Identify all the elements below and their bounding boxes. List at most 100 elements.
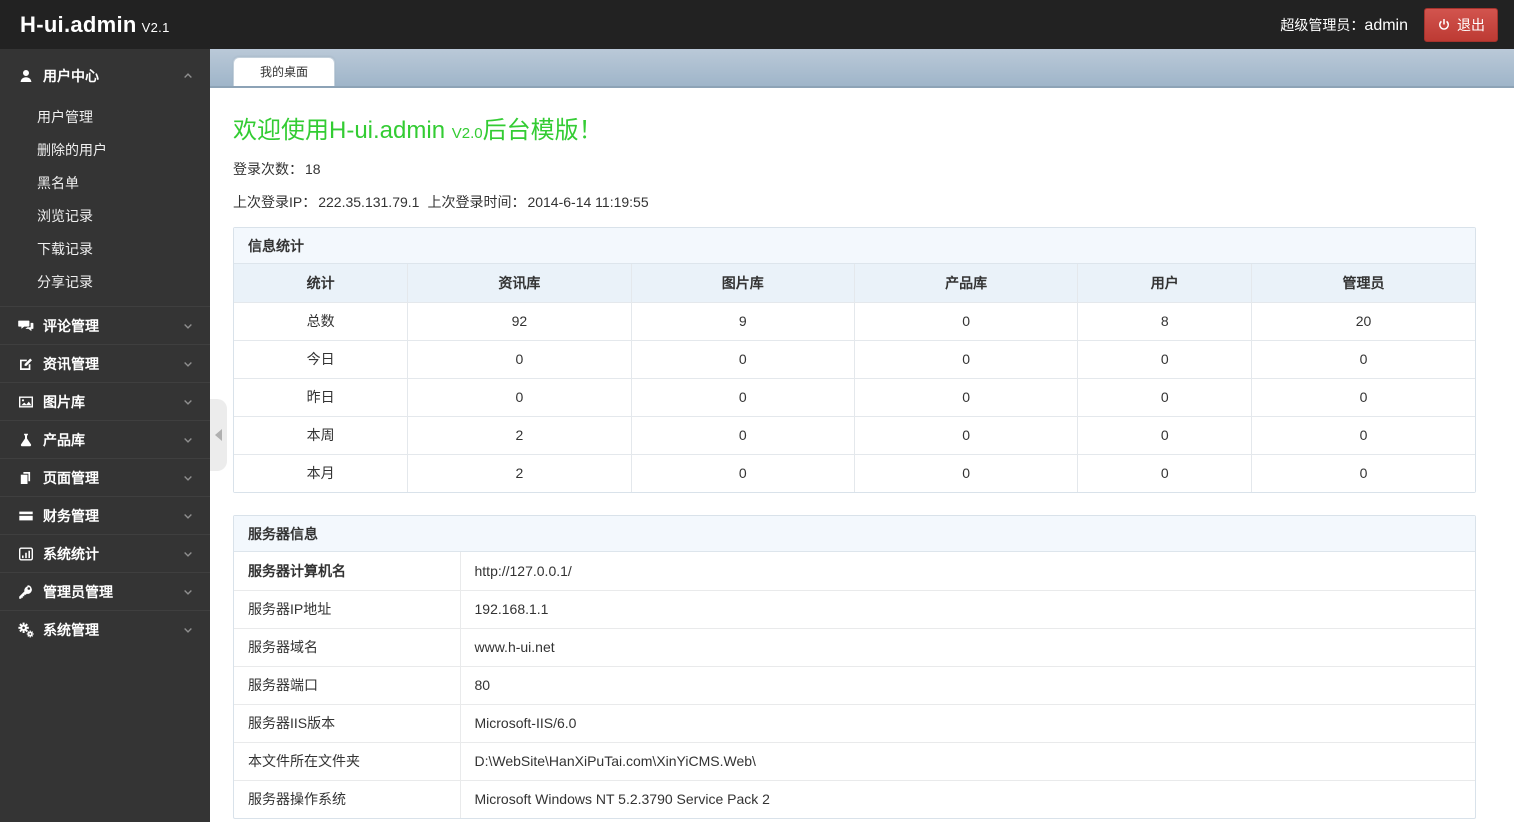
stats-cell: 0	[1251, 377, 1475, 417]
stats-cell: 0	[630, 415, 855, 455]
stats-cell: 8	[1077, 301, 1253, 341]
stats-row: 今日 0 0 0 0 0	[234, 339, 1475, 379]
sidebar-subitem-download-history[interactable]: 下载记录	[0, 233, 210, 266]
server-row-label: 本文件所在文件夹	[234, 741, 461, 781]
sidebar-subitem-browse-history[interactable]: 浏览记录	[0, 200, 210, 233]
app-logo: H-ui.admin V2.1	[20, 12, 170, 38]
gears-icon	[18, 622, 34, 638]
login-count-line: 登录次数： 18	[233, 161, 1476, 178]
username: admin	[1364, 16, 1408, 34]
stats-cell: 0	[630, 453, 855, 492]
logout-label: 退出	[1457, 16, 1485, 33]
sidebar-item-product-library[interactable]: 产品库	[0, 420, 210, 458]
app-title: H-ui.admin	[20, 11, 137, 37]
sidebar-item-label: 页面管理	[43, 469, 99, 486]
stats-cell: 0	[853, 339, 1079, 379]
chevron-down-icon	[182, 434, 194, 446]
edit-icon	[18, 356, 34, 372]
logout-button[interactable]: 退出	[1424, 7, 1498, 42]
stats-cell: 0	[1251, 339, 1475, 379]
sidebar-item-image-library[interactable]: 图片库	[0, 382, 210, 420]
server-info-table: 服务器计算机名 http://127.0.0.1/服务器IP地址 192.168.1…	[234, 552, 1475, 818]
server-row-label: 服务器端口	[234, 665, 461, 705]
sidebar-item-label: 评论管理	[43, 317, 99, 334]
sidebar-item-label: 管理员管理	[43, 583, 113, 600]
sidebar-item-system-management[interactable]: 系统管理	[0, 610, 210, 648]
chevron-up-icon	[182, 70, 194, 82]
chevron-down-icon	[182, 586, 194, 598]
stats-header-row: 统计 资讯库 图片库 产品库 用户 管理员	[234, 264, 1475, 303]
sidebar-item-finance-management[interactable]: 财务管理	[0, 496, 210, 534]
stats-cell: 0	[853, 377, 1079, 417]
sidebar-item-user-center[interactable]: 用户中心	[0, 57, 210, 95]
triangle-left-icon	[215, 429, 222, 441]
server-info-row: 服务器IIS版本 Microsoft-IIS/6.0	[234, 703, 1475, 743]
server-info-row: 服务器计算机名 http://127.0.0.1/	[234, 552, 1475, 591]
sidebar-subitem-blacklist[interactable]: 黑名单	[0, 167, 210, 200]
chevron-down-icon	[182, 624, 194, 636]
welcome-heading: 欢迎使用H-ui.admin V2.0后台模版！	[233, 118, 1476, 147]
sidebar-item-system-statistics[interactable]: 系统统计	[0, 534, 210, 572]
server-info-row: 服务器端口 80	[234, 665, 1475, 705]
stats-cell: 0	[630, 339, 855, 379]
user-icon	[18, 68, 34, 84]
server-panel: 服务器信息 服务器计算机名 http://127.0.0.1/服务器IP地址 192…	[233, 515, 1476, 819]
app-window: H-ui.admin V2.1 超级管理员：admin 退出 用户中心用户管理 删除…	[0, 0, 1514, 822]
sidebar-item-label: 用户中心	[43, 68, 99, 84]
tab-my-desktop[interactable]: 我的桌面	[233, 57, 336, 86]
chevron-down-icon	[182, 396, 194, 408]
comments-icon	[18, 318, 34, 334]
flask-icon	[18, 432, 34, 448]
sidebar-subitem-user-management[interactable]: 用户管理	[0, 101, 210, 134]
stats-column-header: 统计	[234, 264, 409, 303]
server-row-value: 192.168.1.1	[459, 589, 1475, 629]
stats-row-label: 本周	[234, 415, 409, 455]
sidebar-item-label: 产品库	[43, 431, 85, 448]
bar-chart-icon	[18, 546, 34, 562]
server-row-value: www.h-ui.net	[459, 627, 1475, 667]
stats-row-label: 今日	[234, 339, 409, 379]
chevron-down-icon	[182, 472, 194, 484]
stats-row: 本周 2 0 0 0 0	[234, 415, 1475, 455]
login-count-label: 登录次数：	[233, 161, 303, 177]
stats-column-header: 用户	[1077, 264, 1253, 303]
stats-cell: 0	[407, 377, 632, 417]
sidebar-item-page-management[interactable]: 页面管理	[0, 458, 210, 496]
submenu-user-center: 用户管理 删除的用户 黑名单 浏览记录 下载记录 分享记录	[0, 95, 210, 306]
sidebar-subitem-deleted-users[interactable]: 删除的用户	[0, 134, 210, 167]
stats-row-label: 昨日	[234, 377, 409, 417]
stats-cell: 20	[1251, 301, 1475, 341]
sidebar-item-label: 资讯管理	[43, 355, 99, 372]
sidebar-item-label: 财务管理	[43, 507, 99, 524]
login-count-value: 18	[305, 161, 321, 177]
server-row-value: http://127.0.0.1/	[459, 552, 1475, 591]
server-row-value: Microsoft-IIS/6.0	[459, 703, 1475, 743]
stats-row: 总数 92 9 0 8 20	[234, 301, 1475, 341]
image-icon	[18, 394, 34, 410]
stats-cell: 0	[1251, 415, 1475, 455]
server-info-row: 服务器IP地址 192.168.1.1	[234, 589, 1475, 629]
server-info-row: 服务器域名 www.h-ui.net	[234, 627, 1475, 667]
last-ip-label: 上次登录IP：	[233, 194, 317, 210]
sidebar-item-news-management[interactable]: 资讯管理	[0, 344, 210, 382]
power-icon	[1437, 18, 1451, 32]
stats-row: 本月 2 0 0 0 0	[234, 453, 1475, 492]
stats-cell: 92	[407, 301, 632, 341]
pages-icon	[18, 470, 34, 486]
stats-column-header: 资讯库	[407, 264, 632, 303]
sidebar-subitem-share-history[interactable]: 分享记录	[0, 266, 210, 299]
server-row-label: 服务器计算机名	[234, 552, 461, 591]
last-time-value: 2014-6-14 11:19:55	[527, 194, 649, 210]
stats-cell: 0	[853, 453, 1079, 492]
stats-cell: 0	[1077, 453, 1253, 492]
stats-panel: 信息统计 统计 资讯库 图片库 产品库 用户 管理员 总数 92 9 0 8 20 今日 0 0 0 0 0 昨日 0…	[233, 227, 1476, 493]
sidebar: 用户中心用户管理 删除的用户 黑名单 浏览记录 下载记录 分享记录评论管理资讯管理图片库产…	[0, 49, 210, 822]
stats-cell: 0	[1251, 453, 1475, 492]
chevron-down-icon	[182, 320, 194, 332]
sidebar-item-comment-management[interactable]: 评论管理	[0, 306, 210, 344]
stats-cell: 0	[1077, 377, 1253, 417]
role-label: 超级管理员：	[1280, 16, 1365, 33]
sidebar-item-label: 图片库	[43, 393, 85, 410]
sidebar-collapse-handle[interactable]	[210, 399, 227, 471]
sidebar-item-admin-management[interactable]: 管理员管理	[0, 572, 210, 610]
